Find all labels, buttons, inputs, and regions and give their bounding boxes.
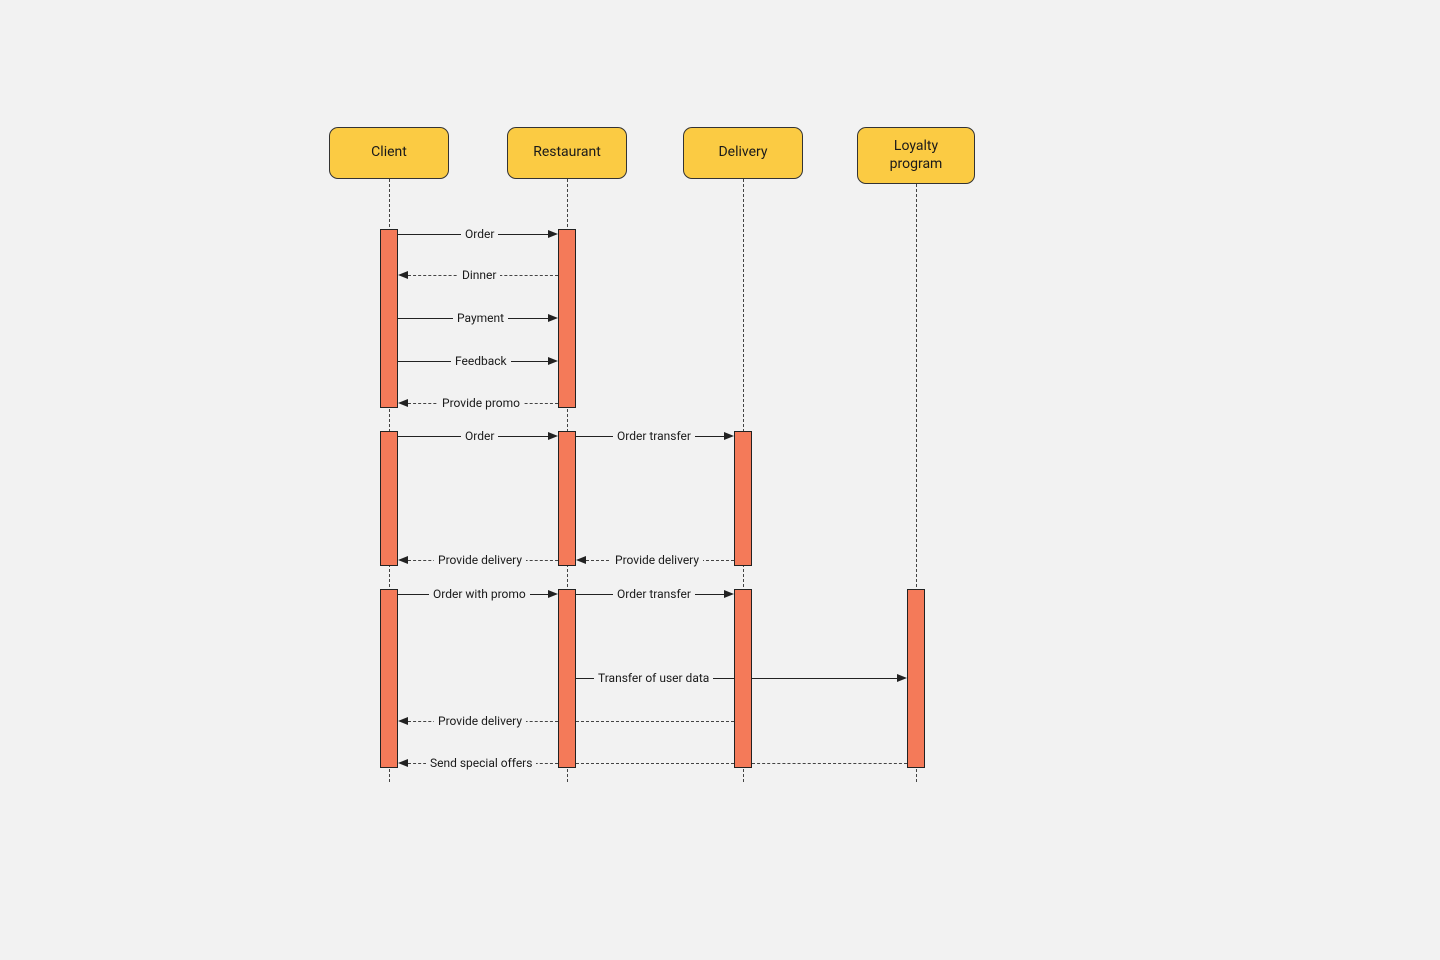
msg-providedelivery-b: Provide delivery (611, 553, 703, 567)
activation-client-3 (380, 589, 398, 768)
arrow-right-icon (548, 357, 558, 365)
arrow-right-icon (724, 432, 734, 440)
actor-label: Client (371, 144, 407, 162)
msg-order: Order (461, 227, 498, 241)
msg-userdata-conn-b (752, 678, 897, 679)
activation-delivery-3 (734, 589, 752, 768)
arrow-right-icon (548, 590, 558, 598)
msg-payment: Payment (453, 311, 508, 325)
arrow-left-icon (398, 759, 408, 767)
actor-client: Client (329, 127, 449, 179)
arrow-right-icon (548, 230, 558, 238)
arrow-right-icon (548, 432, 558, 440)
arrow-right-icon (724, 590, 734, 598)
arrow-right-icon (897, 674, 907, 682)
activation-restaurant-1 (558, 229, 576, 408)
arrow-left-icon (398, 556, 408, 564)
activation-client-1 (380, 229, 398, 408)
activation-restaurant-3 (558, 589, 576, 768)
msg-providedelivery3: Provide delivery (434, 714, 526, 728)
actor-restaurant: Restaurant (507, 127, 627, 179)
arrow-left-icon (398, 271, 408, 279)
msg-providedelivery3-conn-a (576, 721, 734, 722)
activation-restaurant-2 (558, 431, 576, 566)
msg-feedback: Feedback (451, 354, 511, 368)
arrow-left-icon (576, 556, 586, 564)
msg-ordertransfer2: Order transfer (613, 587, 695, 601)
msg-specialoffers: Send special offers (426, 756, 536, 770)
actor-label: Loyalty program (866, 138, 966, 173)
msg-userdata: Transfer of user data (594, 671, 713, 685)
msg-ordertransfer: Order transfer (613, 429, 695, 443)
msg-promo: Provide promo (438, 396, 524, 410)
activation-loyalty-3 (907, 589, 925, 768)
activation-delivery-2 (734, 431, 752, 566)
actor-loyalty: Loyalty program (857, 127, 975, 184)
arrow-left-icon (398, 717, 408, 725)
msg-orderpromo: Order with promo (429, 587, 530, 601)
arrow-left-icon (398, 399, 408, 407)
actor-delivery: Delivery (683, 127, 803, 179)
msg-specialoffers-conn-a (752, 763, 907, 764)
activation-client-2 (380, 431, 398, 566)
arrow-right-icon (548, 314, 558, 322)
actor-label: Restaurant (533, 144, 601, 162)
msg-dinner: Dinner (458, 268, 500, 282)
msg-providedelivery-a: Provide delivery (434, 553, 526, 567)
actor-label: Delivery (718, 144, 767, 162)
msg-order2: Order (461, 429, 498, 443)
msg-specialoffers-conn-b (576, 763, 734, 764)
sequence-diagram: Client Restaurant Delivery Loyalty progr… (0, 0, 1440, 960)
